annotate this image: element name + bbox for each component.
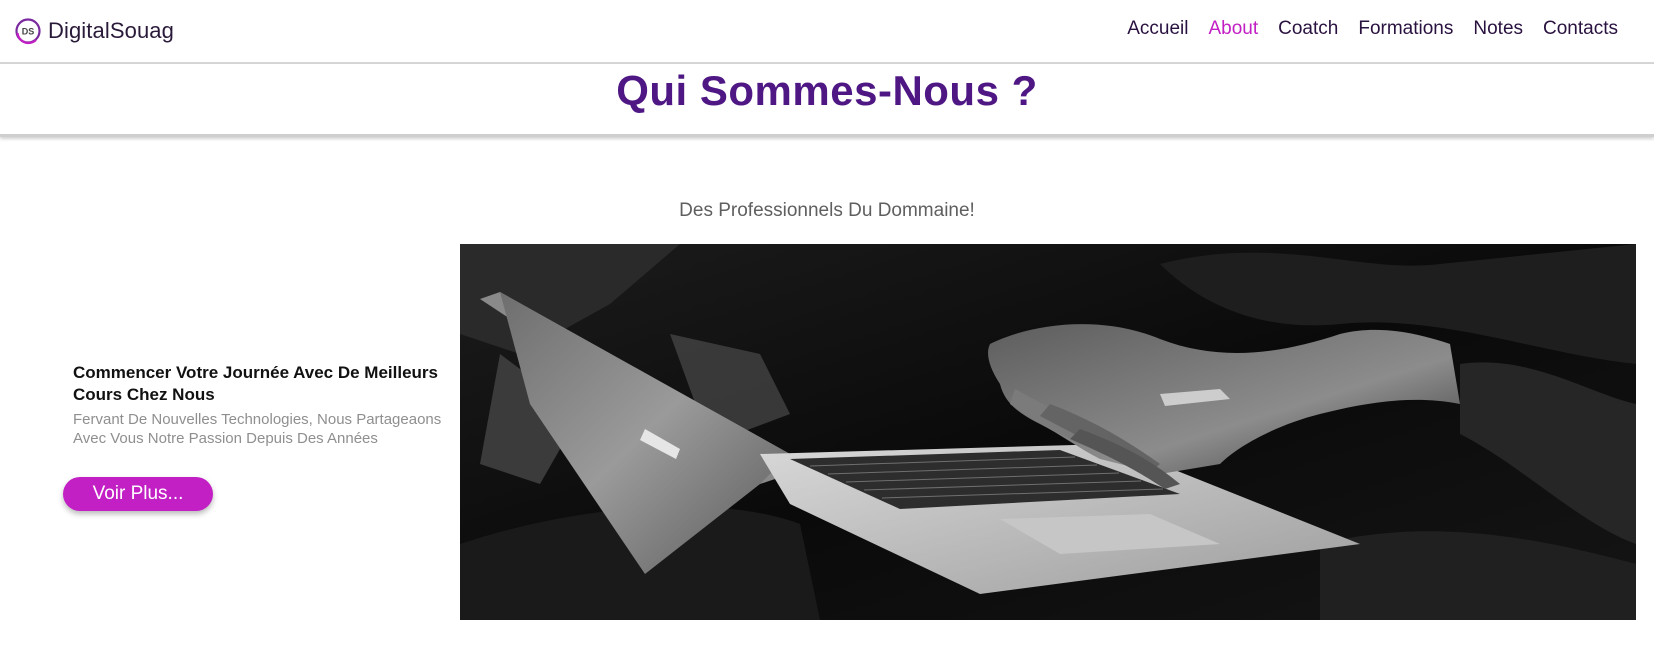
section-subtitle: Des Professionnels Du Dommaine! bbox=[679, 200, 975, 221]
brand-name: DigitalSouag bbox=[48, 18, 174, 43]
nav-item-about[interactable]: About bbox=[1208, 18, 1258, 40]
title-band: Qui Sommes-Nous ? bbox=[0, 64, 1654, 137]
voir-plus-button[interactable]: Voir Plus... bbox=[63, 477, 213, 511]
nav-item-accueil[interactable]: Accueil bbox=[1127, 18, 1188, 40]
main-nav: Accueil About Coatch Formations Notes Co… bbox=[1127, 18, 1618, 40]
logo-text: DS bbox=[22, 27, 35, 37]
digitalsouag-logo-icon: DS bbox=[15, 18, 41, 45]
site-header: DS DigitalSouag Accueil About Coatch For… bbox=[0, 0, 1654, 64]
nav-item-coatch[interactable]: Coatch bbox=[1278, 18, 1338, 40]
page-title: Qui Sommes-Nous ? bbox=[616, 67, 1038, 114]
nav-item-formations[interactable]: Formations bbox=[1358, 18, 1453, 40]
laptop-typing-photo-icon bbox=[460, 244, 1636, 620]
nav-item-contacts[interactable]: Contacts bbox=[1543, 18, 1618, 40]
intro-text: Fervant De Nouvelles Technologies, Nous … bbox=[73, 411, 442, 447]
nav-item-notes[interactable]: Notes bbox=[1473, 18, 1523, 40]
intro-heading: Commencer Votre Journée Avec De Meilleur… bbox=[73, 363, 439, 404]
hero-image bbox=[460, 244, 1636, 620]
brand-link[interactable]: DS DigitalSouag bbox=[14, 14, 174, 48]
intro-block: Commencer Votre Journée Avec De Meilleur… bbox=[73, 362, 443, 448]
